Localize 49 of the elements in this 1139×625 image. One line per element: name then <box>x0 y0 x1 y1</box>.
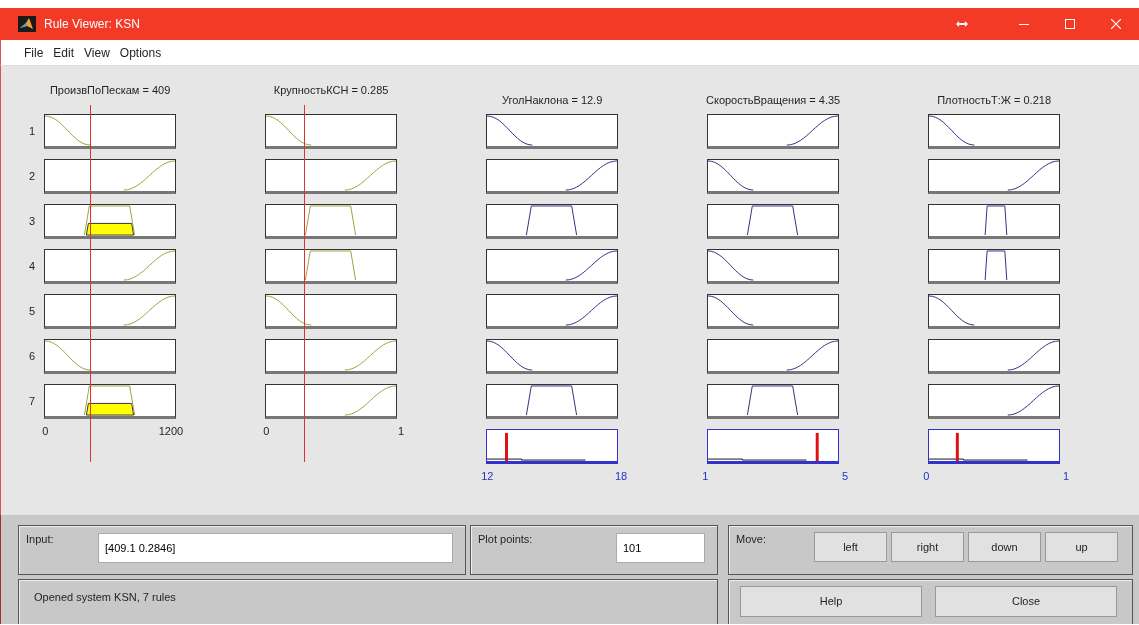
input-marker-line[interactable] <box>90 105 91 462</box>
menu-item[interactable]: Options <box>114 43 167 62</box>
axis-tick-label: 1 <box>398 424 405 439</box>
axis-tick-label: 1 <box>1063 469 1070 484</box>
output-marker-line[interactable] <box>956 432 959 461</box>
app-icon <box>18 16 36 32</box>
input-variable-label: ПроизвПоПескам = 409 <box>49 83 171 98</box>
output-variable-label: ПлотностьТ:Ж = 0.218 <box>937 93 1052 108</box>
output-marker-line[interactable] <box>815 432 819 461</box>
plot-points-field[interactable]: 101 <box>616 533 705 563</box>
rule-number: 6 <box>29 350 36 362</box>
help-button[interactable]: Help <box>740 586 922 617</box>
axis-tick-label: 0 <box>263 424 270 439</box>
rule-number: 1 <box>29 125 36 137</box>
axis-tick-label: 0 <box>923 469 930 484</box>
window-title: Rule Viewer: KSN <box>44 16 140 33</box>
move-label: Move: <box>736 532 767 547</box>
input-label: Input: <box>26 532 55 547</box>
axis-tick-label: 5 <box>842 469 849 484</box>
menu-item[interactable]: File <box>19 43 49 62</box>
close-icon[interactable] <box>1111 19 1121 29</box>
axis-tick-label: 12 <box>481 469 494 484</box>
move-button[interactable]: left <box>814 532 887 562</box>
plot-points-label: Plot points: <box>478 532 533 547</box>
input-field[interactable]: [409.1 0.2846] <box>98 533 453 563</box>
output-variable-label: УголНаклона = 12.9 <box>501 93 603 108</box>
rule-number: 5 <box>29 305 36 317</box>
output-marker-line[interactable] <box>505 432 509 461</box>
menu-item[interactable]: View <box>79 43 115 62</box>
rule-number: 3 <box>29 215 36 227</box>
input-marker-line[interactable] <box>303 105 305 462</box>
rule-number: 4 <box>29 260 36 272</box>
double-arrow-icon[interactable] <box>956 20 968 28</box>
minimize-icon[interactable] <box>1019 23 1029 25</box>
move-button[interactable]: up <box>1045 532 1118 562</box>
axis-tick-label: 0 <box>42 424 49 439</box>
axis-tick-label: 18 <box>614 469 628 484</box>
input-variable-label: КрупностьКСН = 0.285 <box>273 83 389 98</box>
move-button[interactable]: down <box>968 532 1041 562</box>
axis-tick-label: 1 <box>702 469 709 484</box>
menu-item[interactable]: Edit <box>48 43 80 62</box>
move-button[interactable]: right <box>891 532 964 562</box>
output-variable-label: СкоростьВращения = 4.35 <box>706 93 841 108</box>
status-message: Opened system KSN, 7 rules <box>34 591 176 603</box>
rule-number: 2 <box>29 170 36 182</box>
axis-tick-label: 1200 <box>158 424 184 439</box>
maximize-icon[interactable] <box>1065 19 1075 29</box>
close-button[interactable]: Close <box>935 586 1117 617</box>
rule-number: 7 <box>29 395 36 407</box>
